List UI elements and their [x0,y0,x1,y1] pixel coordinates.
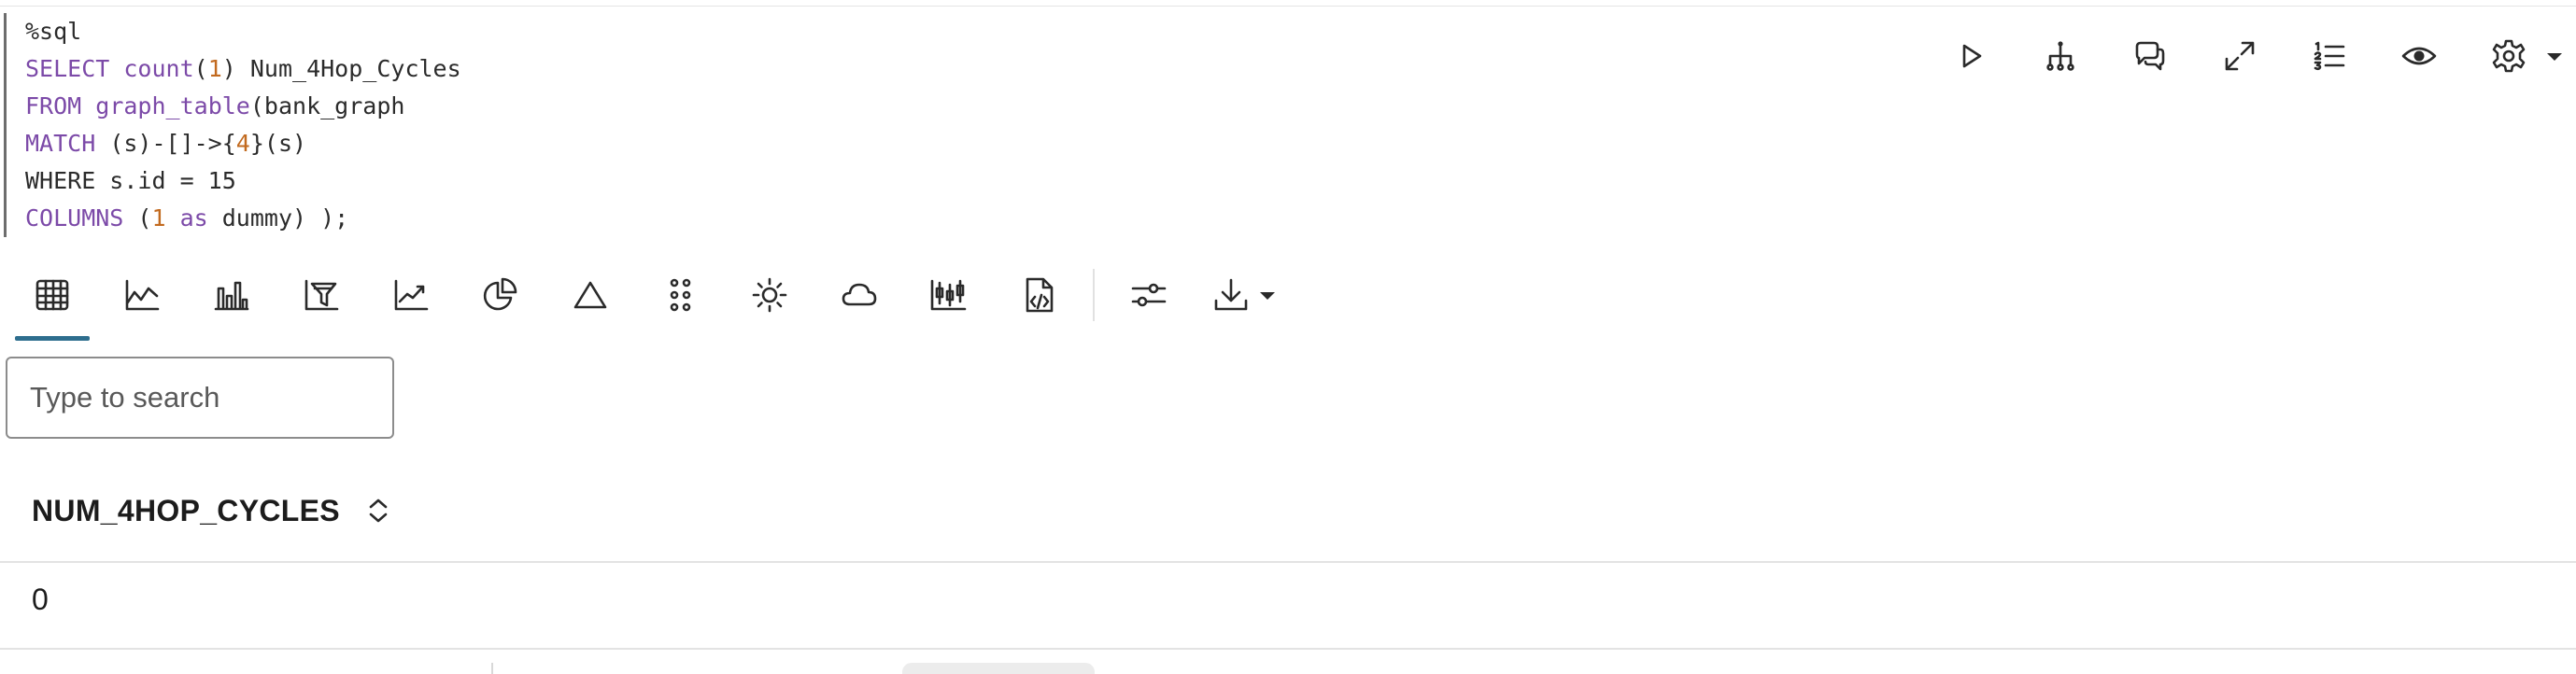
code-line-1: %sql [25,18,82,45]
column-header-label: NUM_4HOP_CYCLES [32,493,340,527]
visibility-button[interactable] [2397,34,2442,78]
table-icon [35,279,69,311]
hierarchy-icon [2046,41,2074,71]
graph-structure-button[interactable] [2038,34,2083,78]
toolbar-divider [1093,269,1095,321]
code-file-icon [1026,277,1054,313]
numbered-list-icon [2314,41,2345,71]
top-divider [0,6,2576,7]
gear-icon [2492,39,2526,73]
caret-down-icon [1260,292,1275,300]
custom-code-button[interactable] [1009,269,1069,321]
expand-button[interactable] [2217,34,2262,78]
candlestick-icon [930,279,967,311]
triangle-chart-button[interactable] [560,269,620,321]
line-chart-icon [394,279,429,311]
bar-chart-icon [214,281,249,311]
funnel-icon [304,279,339,311]
pane-divider [491,663,493,674]
comments-button[interactable] [2128,34,2173,78]
code-line-6: COLUMNS (1 as dummy) ); [25,204,349,232]
column-header[interactable]: NUM_4HOP_CYCLES [32,487,392,534]
download-button[interactable] [1201,269,1261,321]
sun-icon [752,277,787,313]
tab-edge [902,663,1095,674]
dots-grid-icon [670,278,691,312]
bar-chart-button[interactable] [202,269,262,321]
candlestick-chart-button[interactable] [919,269,979,321]
pie-chart-icon [483,277,517,311]
chart-settings-button[interactable] [1119,269,1179,321]
active-tab-indicator [15,336,90,341]
settings-button[interactable] [2486,34,2531,78]
funnel-chart-button[interactable] [291,269,351,321]
word-cloud-button[interactable] [829,269,889,321]
table-view-button[interactable] [22,269,82,321]
download-dropdown[interactable] [1253,269,1281,321]
run-button[interactable] [1948,34,1993,78]
download-icon [1214,278,1248,311]
search-input[interactable] [6,357,394,439]
sliders-icon [1131,283,1167,307]
paragraph-toolbar [1948,34,2576,78]
line-chart-button[interactable] [381,269,441,321]
scatter-chart-button[interactable] [650,269,710,321]
pie-chart-button[interactable] [471,269,531,321]
visualization-toolbar [15,269,1304,342]
code-line-2: SELECT count(1) Num_4Hop_Cycles [25,55,461,82]
code-line-3: FROM graph_table(bank_graph [25,92,405,119]
caret-down-icon [2547,53,2562,61]
sql-code-editor[interactable]: %sql SELECT count(1) Num_4Hop_Cycles FRO… [4,13,489,237]
comment-icon [2135,41,2165,71]
header-row-divider [0,561,2576,563]
run-icon [1962,44,1982,68]
line-numbers-button[interactable] [2307,34,2352,78]
eye-icon [2401,47,2437,65]
code-line-4: MATCH (s)-[]->{4}(s) [25,130,307,157]
area-chart-icon [125,279,160,311]
triangle-icon [573,281,607,309]
area-chart-button[interactable] [112,269,172,321]
cloud-icon [842,283,877,306]
row-divider [0,648,2576,650]
sort-icon[interactable] [364,492,392,529]
settings-dropdown[interactable] [2541,34,2569,78]
expand-icon [2225,41,2255,71]
sunburst-chart-button[interactable] [740,269,800,321]
code-line-5: WHERE s.id = 15 [25,167,236,194]
table-cell: 0 [32,583,49,616]
